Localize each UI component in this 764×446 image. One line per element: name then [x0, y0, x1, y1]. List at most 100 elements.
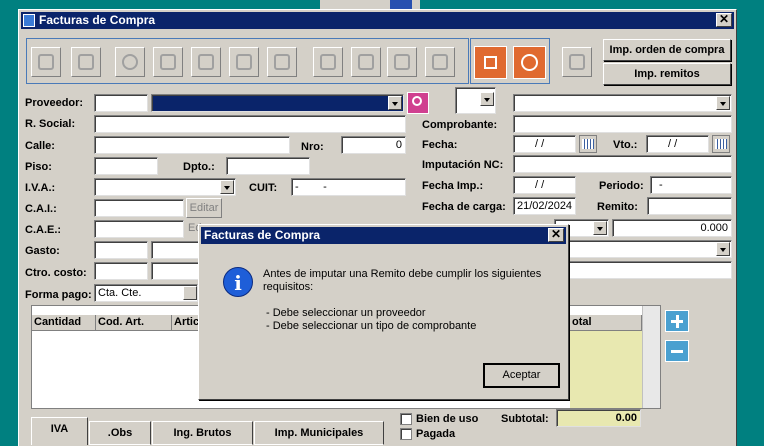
- filter-button[interactable]: [191, 47, 221, 77]
- gasto-desc-input[interactable]: [151, 241, 199, 259]
- plus-icon-v: [676, 315, 679, 328]
- cuit-input[interactable]: - -: [291, 178, 406, 196]
- nro-label: Nro:: [301, 141, 324, 153]
- save-icon: [484, 56, 497, 69]
- nro-input[interactable]: 0: [341, 136, 406, 154]
- calle-input[interactable]: [94, 136, 290, 154]
- cuit-label: CUIT:: [249, 182, 278, 194]
- chevron-down-icon[interactable]: [716, 96, 730, 110]
- close-button[interactable]: ✕: [716, 13, 732, 27]
- remito-input[interactable]: [647, 197, 732, 215]
- title-bar: Facturas de Compra: [21, 12, 734, 29]
- cai-input[interactable]: [94, 199, 184, 217]
- last-icon: [432, 54, 448, 70]
- comprobante-input[interactable]: [513, 115, 732, 133]
- col-cantidad-header[interactable]: Cantidad: [32, 315, 96, 331]
- editar-cai-button[interactable]: Editar: [186, 198, 222, 218]
- calle-label: Calle:: [25, 140, 55, 152]
- search-icon: [412, 96, 422, 106]
- prev-button[interactable]: [351, 47, 381, 77]
- chevron-down-icon[interactable]: [593, 221, 607, 235]
- tipo-select[interactable]: [455, 87, 496, 114]
- ctro-costo-input[interactable]: [94, 262, 148, 280]
- razon-social-input[interactable]: [94, 115, 406, 133]
- bien-uso-checkbox[interactable]: [400, 413, 412, 425]
- tab-obs[interactable]: .Obs: [89, 421, 151, 445]
- add-button[interactable]: [31, 47, 61, 77]
- gasto-label: Gasto:: [25, 245, 60, 257]
- pagada-checkbox[interactable]: [400, 428, 412, 440]
- search-icon: [122, 54, 138, 70]
- first-button[interactable]: [313, 47, 343, 77]
- fecha-carga-label: Fecha de carga:: [422, 201, 506, 213]
- search-proveedor-button[interactable]: [407, 92, 429, 114]
- last-button[interactable]: [425, 47, 455, 77]
- ctro-costo-desc-input[interactable]: [151, 262, 199, 280]
- col-total-header[interactable]: otal: [570, 315, 642, 331]
- chevron-down-icon[interactable]: [183, 286, 197, 300]
- proveedor-code-input[interactable]: [94, 94, 148, 112]
- grid-scrollbar[interactable]: [642, 306, 660, 408]
- amount-input[interactable]: 0.000: [612, 219, 732, 237]
- cai-label: C.A.I.:: [25, 203, 57, 215]
- fecha-imp-label: Fecha Imp.:: [422, 180, 484, 192]
- remito-label: Remito:: [597, 201, 638, 213]
- prev-icon: [358, 54, 374, 70]
- extra-input-3[interactable]: [554, 261, 732, 279]
- iva-select[interactable]: [94, 178, 236, 196]
- col-cod-art-header[interactable]: Cod. Art.: [96, 315, 172, 331]
- vto-calendar-icon[interactable]: [712, 135, 730, 153]
- edit-button[interactable]: [153, 47, 183, 77]
- dialog-close-button[interactable]: ✕: [548, 228, 564, 242]
- comprobante-tipo-select[interactable]: [513, 94, 732, 112]
- piso-label: Piso:: [25, 161, 52, 173]
- report-button[interactable]: [562, 47, 592, 77]
- comprobante-label: Comprobante:: [422, 119, 498, 131]
- dpto-input[interactable]: [226, 157, 310, 175]
- tab-imp-municipales[interactable]: Imp. Municipales: [254, 421, 384, 445]
- imputacion-nc-input[interactable]: [513, 155, 732, 173]
- chevron-down-icon[interactable]: [716, 242, 730, 256]
- bg-icon: [390, 0, 412, 9]
- cancel-button[interactable]: [513, 46, 546, 79]
- imputacion-nc-label: Imputación NC:: [422, 159, 504, 171]
- chevron-down-icon[interactable]: [480, 92, 494, 106]
- delete-button[interactable]: [71, 47, 101, 77]
- fecha-imp-input[interactable]: / /: [513, 176, 576, 194]
- imp-remitos-button[interactable]: Imp. remitos: [603, 63, 731, 85]
- subtotal-value: 0.00: [556, 409, 641, 427]
- save-button[interactable]: [474, 46, 507, 79]
- remove-row-button[interactable]: [665, 340, 689, 362]
- search-button[interactable]: [115, 47, 145, 77]
- imp-orden-button[interactable]: Imp. orden de compra: [603, 39, 731, 61]
- razon-social-label: R. Social:: [25, 118, 76, 130]
- fecha-calendar-icon[interactable]: [579, 135, 597, 153]
- fecha-input[interactable]: / /: [513, 135, 576, 153]
- dpto-label: Dpto.:: [183, 161, 215, 173]
- gasto-input[interactable]: [94, 241, 148, 259]
- copy-button[interactable]: [229, 47, 259, 77]
- aceptar-button[interactable]: Aceptar: [483, 363, 560, 388]
- periodo-input[interactable]: -: [650, 176, 732, 194]
- chevron-down-icon[interactable]: [388, 96, 402, 110]
- chevron-down-icon[interactable]: [220, 180, 234, 194]
- proveedor-select[interactable]: [151, 94, 404, 112]
- print-button[interactable]: [267, 47, 297, 77]
- fecha-carga-input: 21/02/2024: [513, 197, 576, 215]
- edit-icon: [160, 54, 176, 70]
- pagada-label: Pagada: [416, 428, 456, 440]
- vto-input[interactable]: / /: [646, 135, 709, 153]
- cae-label: C.A.E.:: [25, 224, 62, 236]
- tab-iva[interactable]: IVA: [31, 417, 88, 445]
- minus-icon: [671, 350, 683, 353]
- dialog-requirement-1: - Debe seleccionar un proveedor: [266, 307, 426, 319]
- forma-pago-label: Forma pago:: [25, 289, 92, 301]
- next-button[interactable]: [387, 47, 417, 77]
- cae-input[interactable]: [94, 220, 184, 238]
- tab-ing-brutos[interactable]: Ing. Brutos: [152, 421, 253, 445]
- add-row-button[interactable]: [665, 310, 689, 332]
- extra-select-2[interactable]: [554, 240, 732, 258]
- print-icon: [274, 54, 290, 70]
- piso-input[interactable]: [94, 157, 158, 175]
- report-icon: [569, 54, 585, 70]
